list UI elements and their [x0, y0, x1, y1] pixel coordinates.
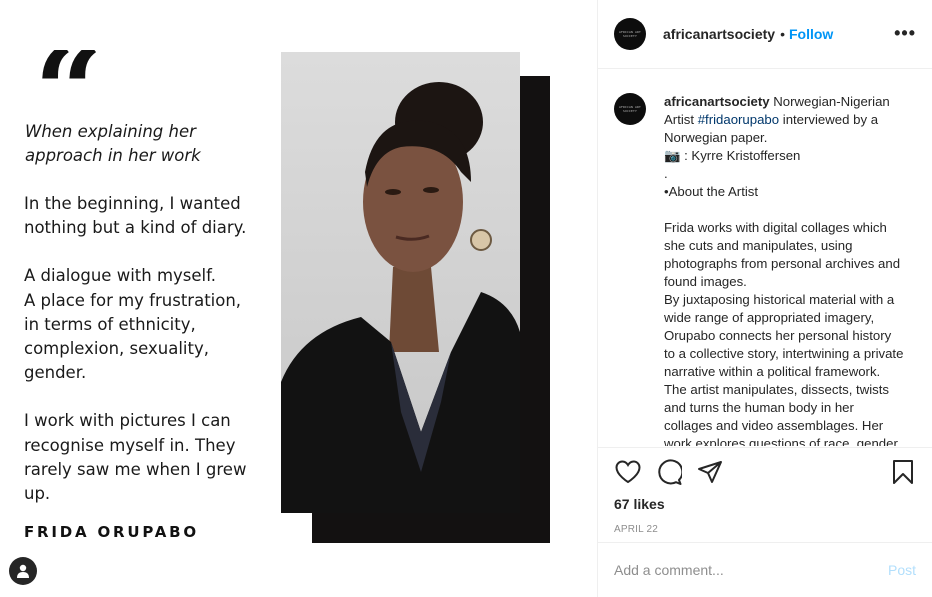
- post-image[interactable]: “ When explaining her approach in her wo…: [0, 0, 597, 597]
- post-actions: 67 likes APRIL 22: [598, 447, 932, 535]
- comment-icon[interactable]: [655, 459, 682, 486]
- post-date[interactable]: APRIL 22: [614, 524, 916, 535]
- caption-text: africanartsociety Norwegian-Nigerian Art…: [664, 93, 904, 446]
- tagged-user-button[interactable]: [9, 557, 37, 585]
- comment-bar: Post: [598, 542, 932, 597]
- avatar-logo-text: AFRICAN ART SOCIETY: [618, 105, 642, 113]
- portrait-photo: [281, 52, 520, 513]
- follow-button[interactable]: Follow: [789, 26, 833, 42]
- quote-body: In the beginning, I wanted nothing but a…: [24, 192, 276, 530]
- heart-icon[interactable]: [614, 459, 641, 486]
- caption-area[interactable]: AFRICAN ART SOCIETY africanartsociety No…: [598, 70, 932, 446]
- caption-avatar[interactable]: AFRICAN ART SOCIETY: [614, 93, 646, 125]
- caption-body: interviewed by a Norwegian paper. 📷 : Ky…: [664, 112, 904, 446]
- quote-intro: When explaining her approach in her work: [25, 122, 201, 165]
- person-icon: [17, 564, 29, 578]
- action-row: [614, 448, 916, 496]
- header-separator: •: [780, 26, 785, 42]
- caption-username[interactable]: africanartsociety: [664, 94, 770, 109]
- likes-count[interactable]: 67 likes: [614, 496, 916, 512]
- quote-author: FRIDA ORUPABO: [24, 523, 199, 541]
- post-header: AFRICAN ART SOCIETY africanartsociety • …: [598, 0, 932, 69]
- quote-paragraph: I work with pictures I can recognise mys…: [24, 411, 247, 504]
- more-options-icon[interactable]: •••: [894, 24, 916, 42]
- bookmark-icon[interactable]: [889, 459, 916, 486]
- share-icon[interactable]: [696, 459, 723, 486]
- caption-hashtag[interactable]: #fridaorupabo: [698, 112, 779, 127]
- quote-mark: “: [34, 50, 98, 130]
- quote-paragraph: A dialogue with myself. A place for my f…: [24, 266, 242, 383]
- post-comment-button[interactable]: Post: [888, 562, 916, 578]
- header-username[interactable]: africanartsociety: [663, 26, 775, 42]
- avatar-logo-text: AFRICAN ART SOCIETY: [618, 30, 642, 38]
- post-sidebar: AFRICAN ART SOCIETY africanartsociety • …: [597, 0, 932, 597]
- avatar[interactable]: AFRICAN ART SOCIETY: [614, 18, 646, 50]
- quote-paragraph: In the beginning, I wanted nothing but a…: [24, 194, 247, 238]
- comment-input[interactable]: [614, 562, 888, 578]
